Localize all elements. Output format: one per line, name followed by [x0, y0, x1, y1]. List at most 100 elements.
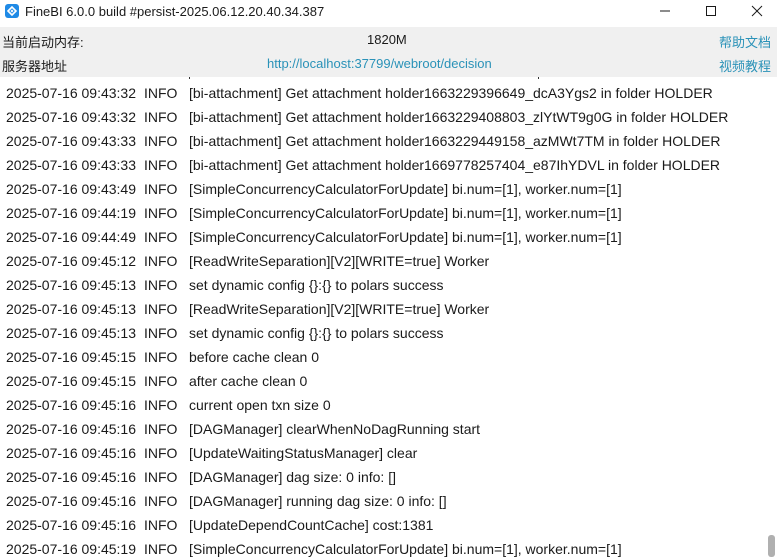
- log-message: [bi-attachment] Get attachment holder166…: [189, 157, 721, 173]
- minimize-icon: [660, 10, 670, 12]
- log-row: 2025-07-16 09:43:33 INFO [bi-attachment] G…: [0, 130, 766, 154]
- log-time: 2025-07-16 09:45:15: [6, 349, 136, 365]
- log-row: 2025-07-16 09:45:16 INFO [UpdateWaitingSta…: [0, 442, 766, 466]
- maximize-button[interactable]: [689, 0, 733, 22]
- log-row: 2025-07-16 09:45:16 INFO current open txn …: [0, 394, 766, 418]
- memory-value: 1820M: [367, 32, 407, 47]
- log-time: 2025-07-16 09:44:19: [6, 205, 136, 221]
- server-url-link[interactable]: http://localhost:37799/webroot/decision: [267, 56, 492, 71]
- window-title: FineBI 6.0.0 build #persist-2025.06.12.2…: [25, 4, 325, 19]
- log-level: INFO: [144, 469, 178, 485]
- finebi-app-icon: [5, 4, 19, 18]
- log-time: 2025-07-16 09:45:16: [6, 397, 136, 413]
- log-level: INFO: [144, 397, 178, 413]
- info-panel: 当前启动内存: 1820M 帮助文档 服务器地址 http://localhos…: [0, 27, 777, 77]
- log-row: 2025-07-16 09:45:16 INFO [DAGManager] clea…: [0, 418, 766, 442]
- log-message: [DAGManager] clearWhenNoDagRunning start: [189, 421, 481, 437]
- server-address-label: 服务器地址: [2, 59, 68, 74]
- log-row: 2025-07-16 09:43:33 INFO [bi-attachment] G…: [0, 154, 766, 178]
- log-time: 2025-07-16 09:45:16: [6, 421, 136, 437]
- close-icon: [751, 5, 763, 17]
- log-message: [bi-attachment] Get attachment holder166…: [189, 109, 729, 125]
- log-row: 2025-07-16 09:43:32 INFO [bi-attachment] G…: [0, 82, 766, 106]
- scrollbar-thumb[interactable]: [768, 535, 775, 557]
- log-message: [UpdateWaitingStatusManager] clear: [189, 445, 418, 461]
- log-row: 2025-07-16 09:43:32 INFO [bi-attachment] G…: [0, 106, 766, 130]
- log-time: 2025-07-16 09:43:33: [6, 133, 136, 149]
- log-level: INFO: [144, 493, 178, 509]
- log-row: 2025-07-16 09:45:15 INFO after cache clean…: [0, 370, 766, 394]
- memory-label: 当前启动内存:: [2, 35, 84, 50]
- minimize-button[interactable]: [643, 0, 687, 22]
- log-message: set dynamic config {}:{} to polars succe…: [189, 325, 444, 341]
- log-level: INFO: [144, 421, 178, 437]
- log-row: 2025-07-16 09:43:49 INFO [SimpleConcurrenc…: [0, 178, 766, 202]
- log-row: 2025-07-16 09:45:12 INFO [ReadWriteSeparat…: [0, 250, 766, 274]
- log-time: 2025-07-16 09:44:49: [6, 229, 136, 245]
- log-row: 2025-07-16 09:45:13 INFO [ReadWriteSeparat…: [0, 298, 766, 322]
- log-time: 2025-07-16 09:45:16: [6, 469, 136, 485]
- title-bar: FineBI 6.0.0 build #persist-2025.06.12.2…: [0, 0, 777, 24]
- log-row: 2025-07-16 09:45:16 INFO [UpdateDependCoun…: [0, 514, 766, 538]
- log-row: 2025-07-16 09:45:13 INFO set dynamic confi…: [0, 274, 766, 298]
- clipped-log-line: [189, 77, 539, 79]
- log-time: 2025-07-16 09:43:32: [6, 109, 136, 125]
- log-message: set dynamic config {}:{} to polars succe…: [189, 277, 444, 293]
- log-message: [UpdateDependCountCache] cost:1381: [189, 517, 434, 533]
- log-time: 2025-07-16 09:45:13: [6, 325, 136, 341]
- log-level: INFO: [144, 205, 178, 221]
- log-time: 2025-07-16 09:45:15: [6, 373, 136, 389]
- log-message: [ReadWriteSeparation][V2][WRITE=true] Wo…: [189, 253, 490, 269]
- log-message: before cache clean 0: [189, 349, 319, 365]
- log-level: INFO: [144, 109, 178, 125]
- log-row: 2025-07-16 09:45:16 INFO [DAGManager] dag …: [0, 466, 766, 490]
- log-level: INFO: [144, 253, 178, 269]
- log-message: [ReadWriteSeparation][V2][WRITE=true] Wo…: [189, 301, 490, 317]
- log-time: 2025-07-16 09:45:12: [6, 253, 136, 269]
- log-level: INFO: [144, 517, 178, 533]
- log-time: 2025-07-16 09:45:13: [6, 301, 136, 317]
- log-message: [bi-attachment] Get attachment holder166…: [189, 133, 721, 149]
- log-row: 2025-07-16 09:45:15 INFO before cache clea…: [0, 346, 766, 370]
- log-message: [SimpleConcurrencyCalculatorForUpdate] b…: [189, 181, 622, 197]
- log-level: INFO: [144, 157, 178, 173]
- vertical-scrollbar[interactable]: [766, 77, 777, 557]
- log-message: [bi-attachment] Get attachment holder166…: [189, 85, 713, 101]
- log-level: INFO: [144, 349, 178, 365]
- log-level: INFO: [144, 133, 178, 149]
- log-time: 2025-07-16 09:43:33: [6, 157, 136, 173]
- log-level: INFO: [144, 541, 178, 557]
- log-output[interactable]: 2025-07-16 09:43:32 INFO [bi-attachment] G…: [0, 77, 777, 557]
- log-time: 2025-07-16 09:45:13: [6, 277, 136, 293]
- log-message: [SimpleConcurrencyCalculatorForUpdate] b…: [189, 205, 622, 221]
- log-time: 2025-07-16 09:45:16: [6, 493, 136, 509]
- log-row: 2025-07-16 09:44:49 INFO [SimpleConcurrenc…: [0, 226, 766, 250]
- log-row: 2025-07-16 09:45:16 INFO [DAGManager] runn…: [0, 490, 766, 514]
- log-time: 2025-07-16 09:45:16: [6, 517, 136, 533]
- log-message: [SimpleConcurrencyCalculatorForUpdate] b…: [189, 541, 622, 557]
- log-level: INFO: [144, 85, 178, 101]
- log-message: after cache clean 0: [189, 373, 308, 389]
- log-level: INFO: [144, 277, 178, 293]
- close-button[interactable]: [735, 0, 777, 22]
- log-time: 2025-07-16 09:43:49: [6, 181, 136, 197]
- log-level: INFO: [144, 229, 178, 245]
- log-message: current open txn size 0: [189, 397, 331, 413]
- log-level: INFO: [144, 181, 178, 197]
- maximize-icon: [706, 6, 716, 16]
- log-time: 2025-07-16 09:43:32: [6, 85, 136, 101]
- log-level: INFO: [144, 325, 178, 341]
- log-level: INFO: [144, 301, 178, 317]
- video-tutorial-link[interactable]: 视频教程: [719, 56, 771, 75]
- log-time: 2025-07-16 09:45:16: [6, 445, 136, 461]
- log-message: [DAGManager] dag size: 0 info: []: [189, 469, 396, 485]
- log-row: 2025-07-16 09:44:19 INFO [SimpleConcurrenc…: [0, 202, 766, 226]
- log-row: 2025-07-16 09:45:13 INFO set dynamic confi…: [0, 322, 766, 346]
- log-level: INFO: [144, 445, 178, 461]
- log-level: INFO: [144, 373, 178, 389]
- log-row: 2025-07-16 09:45:19 INFO [SimpleConcurrenc…: [0, 538, 766, 557]
- log-message: [SimpleConcurrencyCalculatorForUpdate] b…: [189, 229, 622, 245]
- help-docs-link[interactable]: 帮助文档: [719, 32, 771, 51]
- log-message: [DAGManager] running dag size: 0 info: […: [189, 493, 447, 509]
- log-time: 2025-07-16 09:45:19: [6, 541, 136, 557]
